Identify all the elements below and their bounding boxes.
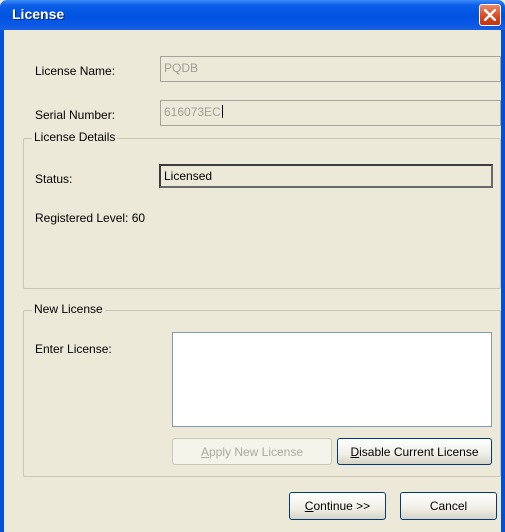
license-name-field: PQDB bbox=[160, 56, 501, 82]
serial-number-label: Serial Number: bbox=[35, 108, 116, 122]
apply-new-license-button[interactable]: Apply New License bbox=[172, 438, 332, 465]
serial-number-value: 616073EC bbox=[164, 105, 221, 119]
license-name-value: PQDB bbox=[164, 61, 199, 75]
registered-level: Registered Level: 60 bbox=[35, 211, 146, 225]
cancel-button[interactable]: Cancel bbox=[400, 492, 497, 520]
license-details-legend: License Details bbox=[32, 130, 118, 144]
license-dialog: License License Name: PQDB Serial Number… bbox=[0, 0, 505, 532]
disable-label: isable Current License bbox=[359, 444, 479, 459]
text-cursor bbox=[221, 105, 223, 118]
license-name-label: License Name: bbox=[35, 64, 116, 78]
close-button[interactable] bbox=[479, 4, 501, 26]
enter-license-label: Enter License: bbox=[35, 342, 112, 356]
window-title: License bbox=[12, 6, 65, 22]
disable-current-license-button[interactable]: Disable Current License bbox=[337, 438, 492, 465]
apply-mnemonic: A bbox=[200, 444, 209, 459]
apply-label: pply New License bbox=[208, 444, 304, 459]
status-label: Status: bbox=[35, 172, 73, 186]
title-bar[interactable]: License bbox=[0, 0, 505, 30]
disable-mnemonic: D bbox=[350, 444, 360, 459]
status-value: Licensed bbox=[164, 169, 213, 183]
serial-number-field[interactable]: 616073EC bbox=[160, 100, 501, 126]
continue-button[interactable]: Continue >> bbox=[289, 492, 386, 520]
window-frame-left bbox=[0, 30, 4, 532]
new-license-legend: New License bbox=[32, 302, 105, 316]
continue-label: ontinue >> bbox=[313, 499, 371, 513]
status-field: Licensed bbox=[159, 164, 493, 188]
window-frame-right bbox=[501, 30, 505, 532]
enter-license-textarea[interactable] bbox=[172, 332, 492, 427]
